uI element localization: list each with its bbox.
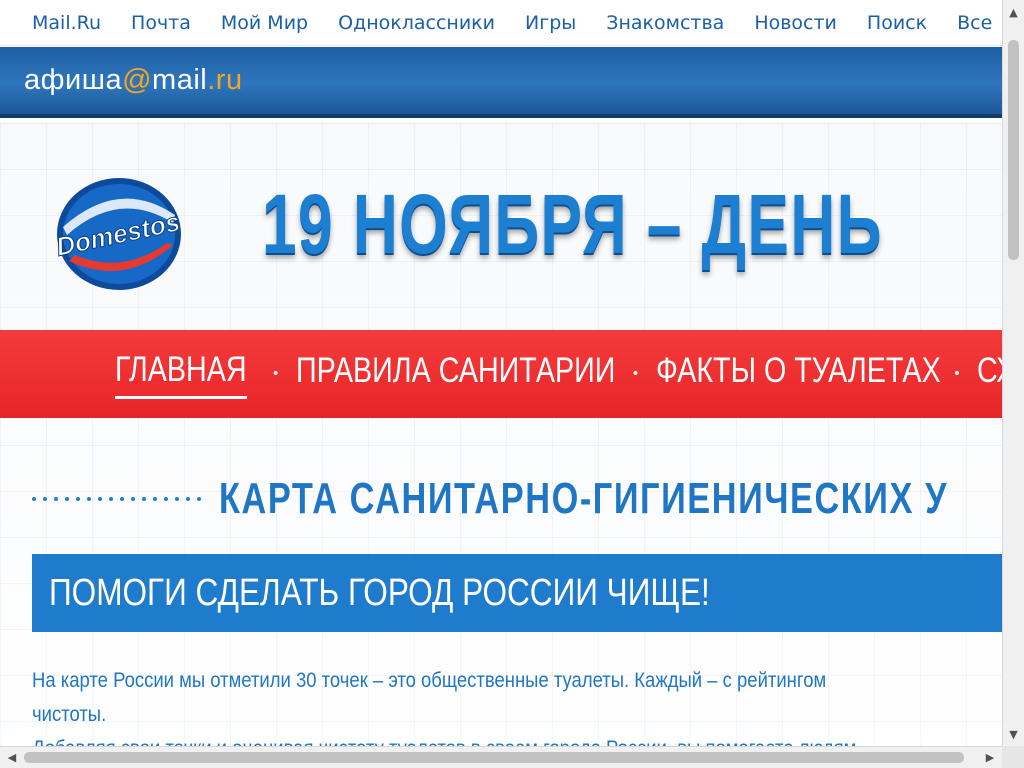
portal-link-news[interactable]: Новости: [754, 12, 837, 34]
portal-link-search[interactable]: Поиск: [867, 12, 927, 34]
domestos-logo[interactable]: Domestos: [55, 175, 183, 293]
scrollbar-corner: [1002, 746, 1024, 768]
promo-headline: 19 НОЯБРЯ – ДЕНЬ: [262, 177, 883, 271]
logo-at: @: [122, 64, 153, 96]
map-title-row: КАРТА САНИТАРНО-ГИГИЕНИЧЕСКИХ У: [32, 474, 1002, 524]
scroll-down-icon[interactable]: ▼: [1003, 724, 1024, 744]
promo-nav: ГЛАВНАЯ • ПРАВИЛА САНИТАРИИ • ФАКТЫ О ТУ…: [0, 330, 1002, 418]
vertical-scroll-thumb[interactable]: [1008, 40, 1019, 260]
scroll-up-icon[interactable]: ▲: [1003, 2, 1024, 22]
logo-dot: .: [207, 64, 216, 96]
portal-link-odnoklassniki[interactable]: Одноклассники: [338, 12, 495, 34]
afisha-header: афиша@mail.ru: [0, 47, 1002, 118]
promo-page: Domestos 19 НОЯБРЯ – ДЕНЬ ГЛАВНАЯ • ПРАВ…: [0, 122, 1002, 768]
promo-nav-scheme[interactable]: СХЕМ: [977, 351, 1002, 397]
logo-word: афиша: [24, 64, 123, 96]
scroll-left-icon[interactable]: ◀: [2, 747, 22, 768]
horizontal-scroll-thumb[interactable]: [24, 752, 964, 763]
afisha-logo[interactable]: афиша@mail.ru: [24, 64, 243, 97]
portal-link-all[interactable]: Все: [957, 12, 992, 34]
portal-link-mail[interactable]: Почта: [131, 12, 191, 34]
portal-link-games[interactable]: Игры: [525, 12, 576, 34]
vertical-scrollbar[interactable]: ▲ ▼: [1002, 0, 1024, 746]
portal-nav: Mail.Ru Почта Мой Мир Одноклассники Игры…: [0, 0, 1002, 46]
horizontal-scrollbar[interactable]: ◀ ▶: [0, 746, 1024, 768]
promo-nav-sanitary-rules[interactable]: ПРАВИЛА САНИТАРИИ: [296, 351, 615, 397]
intro-line: чистоты.: [32, 703, 107, 726]
logo-mail: mail: [152, 64, 208, 96]
call-to-action-banner: ПОМОГИ СДЕЛАТЬ ГОРОД РОССИИ ЧИЩЕ!: [32, 554, 1002, 632]
dotted-decoration: [32, 497, 201, 501]
nav-separator: •: [952, 366, 962, 382]
map-title: КАРТА САНИТАРНО-ГИГИЕНИЧЕСКИХ У: [219, 474, 948, 523]
portal-link-mailru[interactable]: Mail.Ru: [32, 12, 101, 34]
scroll-right-icon[interactable]: ▶: [980, 747, 1000, 768]
portal-link-my-world[interactable]: Мой Мир: [221, 12, 308, 34]
intro-line: На карте России мы отметили 30 точек – э…: [32, 669, 827, 692]
promo-nav-toilet-facts[interactable]: ФАКТЫ О ТУАЛЕТАХ: [656, 351, 941, 397]
nav-separator: •: [271, 366, 280, 382]
nav-separator: •: [631, 366, 640, 382]
banner-text: ПОМОГИ СДЕЛАТЬ ГОРОД РОССИИ ЧИЩЕ!: [49, 571, 710, 614]
portal-link-dating[interactable]: Знакомства: [606, 12, 724, 34]
logo-ru: ru: [215, 64, 243, 96]
promo-nav-home[interactable]: ГЛАВНАЯ: [115, 350, 247, 399]
